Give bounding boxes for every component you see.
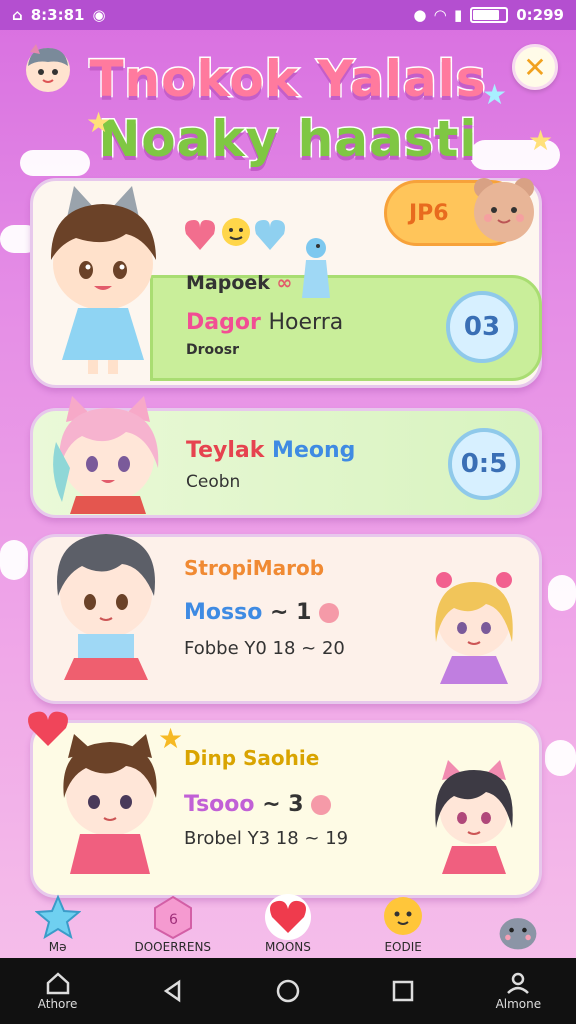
card-1-line-1: Mapoek ∞ <box>186 272 293 294</box>
signal-icon: ▮ <box>453 6 463 24</box>
card-2-name: Teylak Meong <box>186 438 356 463</box>
nav-home-label: Athore <box>37 997 78 1011</box>
person-icon <box>507 972 530 994</box>
character-boy-cat-ears <box>50 186 156 374</box>
star-icon: ★ <box>86 106 112 139</box>
location-icon: ● <box>413 6 427 24</box>
close-button[interactable]: ✕ <box>512 44 558 90</box>
home-icon <box>46 972 69 995</box>
card-1-line-3: Droosr <box>186 342 239 358</box>
card-3-line-3: Fobbe Y0 18 ~ 20 <box>184 638 345 659</box>
character-boy-brown-hair <box>63 734 157 874</box>
card-3-name: StropiMarob <box>184 556 325 580</box>
card-4-line-2: Tsooo ~ 3 <box>184 792 332 817</box>
badge-label: JP6 <box>409 200 449 226</box>
home-status-icon: ⌂ <box>12 6 23 24</box>
star-icon: ★ <box>482 78 508 111</box>
app-tab-bar: Mə 6 DOOERRENS MOONS EODIE <box>0 880 576 958</box>
nav-circle[interactable] <box>248 978 328 1004</box>
nav-recents[interactable] <box>363 979 443 1003</box>
tab-label: DOOERRENS <box>134 940 212 954</box>
character-girl-pink-hair <box>53 396 159 514</box>
battery-icon <box>470 7 509 23</box>
status-left: ⌂ 8:3:81 ◉ <box>12 6 106 24</box>
recents-icon <box>392 980 414 1002</box>
sync-status-icon: ◉ <box>92 6 106 24</box>
card-4-line-3: Brobel Y3 18 ~ 19 <box>184 828 349 849</box>
tab-dooerrens[interactable]: 6 DOOERRENS <box>118 894 228 954</box>
card-2-line-2: Ceobn <box>186 472 241 492</box>
circle-home-icon <box>276 979 300 1003</box>
star-tab-icon <box>34 894 81 940</box>
tab-label: Mə <box>48 940 67 954</box>
card-1-count-badge[interactable]: 03 <box>446 291 518 363</box>
wifi-icon: ◠ <box>434 6 446 24</box>
status-bar: ⌂ 8:3:81 ◉ ● ◠ ▮ 0:299 <box>0 0 576 30</box>
nav-profile-label: Almone <box>495 997 542 1011</box>
tab-profile-pet[interactable] <box>463 908 573 954</box>
character-boy-gray-hair <box>57 534 155 680</box>
card-1-line-2: Dagor Hoerra <box>186 310 344 335</box>
nav-profile[interactable]: Almone <box>478 971 558 1011</box>
heart-tab-icon <box>264 894 311 940</box>
blue-bird-figure-icon <box>302 238 330 298</box>
character-girl-dark-hair <box>435 760 513 874</box>
status-time-left: 8:3:81 <box>30 6 85 24</box>
character-girl-blonde <box>435 572 513 684</box>
tab-me[interactable]: Mə <box>3 894 113 954</box>
tab-label: MOONS <box>265 940 311 954</box>
nav-home[interactable]: Athore <box>18 971 98 1011</box>
pink-dot-icon <box>311 795 332 815</box>
nav-back[interactable] <box>133 979 213 1003</box>
status-time-right: 0:299 <box>516 6 564 24</box>
card-4-name: Dinp Saohie <box>184 746 320 770</box>
status-right: ● ◠ ▮ 0:299 <box>413 6 564 24</box>
system-nav-bar: Athore Almone <box>0 958 576 1024</box>
gem-tab-icon: 6 <box>150 894 196 940</box>
tab-label: EODIE <box>384 940 422 954</box>
card-3-line-2: Mosso ~ 1 <box>184 600 340 625</box>
tab-moons[interactable]: MOONS <box>233 894 343 954</box>
chick-tab-icon <box>380 894 426 940</box>
star-icon: ★ <box>528 124 554 157</box>
bear-mascot-icon <box>474 178 534 242</box>
back-icon <box>163 979 181 1003</box>
pink-dot-icon <box>319 603 340 623</box>
svg-text:6: 6 <box>169 912 178 928</box>
card-2-count-badge[interactable]: 0:5 <box>448 428 520 500</box>
header: Tnokok Yalals Noaky haasti ✕ ★ ★ ★ <box>0 30 576 176</box>
tab-eodie[interactable]: EODIE <box>348 894 458 954</box>
seal-tab-icon <box>495 908 541 954</box>
